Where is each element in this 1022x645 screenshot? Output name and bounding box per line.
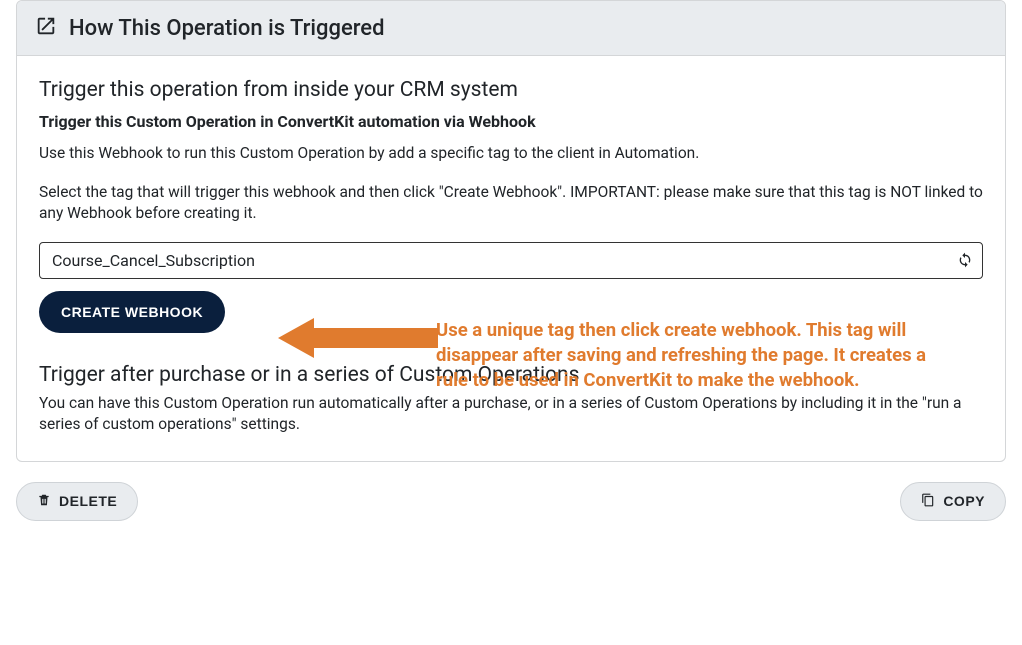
webhook-desc-2: Select the tag that will trigger this we…: [39, 182, 983, 224]
convertkit-bold: Trigger this Custom Operation in Convert…: [39, 112, 983, 131]
share-icon: [35, 15, 57, 41]
trigger-panel: How This Operation is Triggered Trigger …: [16, 0, 1006, 462]
webhook-desc-1: Use this Webhook to run this Custom Oper…: [39, 143, 983, 164]
crm-heading: Trigger this operation from inside your …: [39, 78, 983, 102]
copy-label: COPY: [943, 493, 985, 509]
copy-button[interactable]: COPY: [900, 482, 1006, 521]
purchase-heading: Trigger after purchase or in a series of…: [39, 363, 983, 387]
copy-icon: [921, 493, 935, 510]
trash-icon: [37, 493, 51, 510]
delete-button[interactable]: DELETE: [16, 482, 138, 521]
panel-header: How This Operation is Triggered: [17, 1, 1005, 56]
refresh-icon[interactable]: [957, 252, 973, 268]
create-webhook-button[interactable]: CREATE WEBHOOK: [39, 291, 225, 333]
panel-body: Trigger this operation from inside your …: [17, 56, 1005, 461]
tag-input[interactable]: [39, 242, 983, 279]
panel-title: How This Operation is Triggered: [69, 16, 384, 41]
tag-input-wrap: [39, 242, 983, 279]
action-bar: DELETE COPY: [0, 462, 1022, 531]
purchase-desc: You can have this Custom Operation run a…: [39, 393, 983, 435]
delete-label: DELETE: [59, 493, 117, 509]
